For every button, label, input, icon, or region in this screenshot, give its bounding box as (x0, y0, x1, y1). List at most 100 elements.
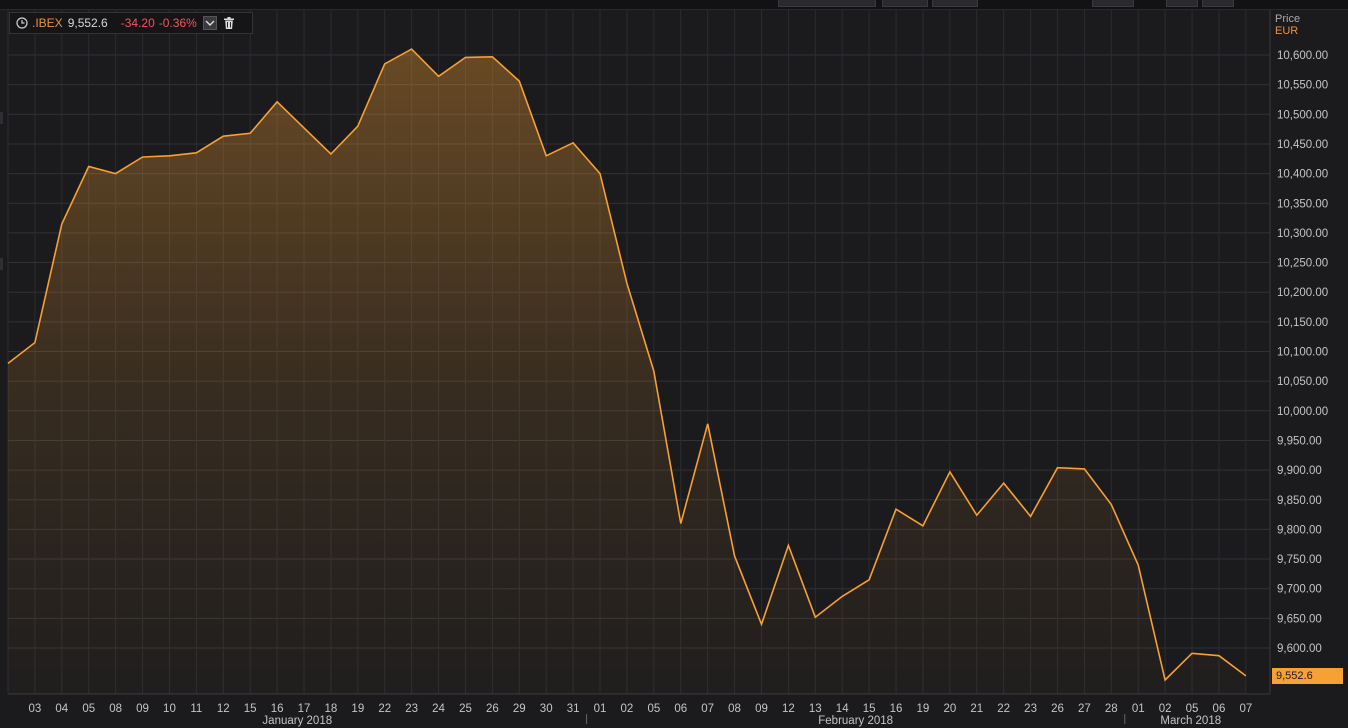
data-point[interactable] (1054, 465, 1060, 471)
data-point[interactable] (1189, 650, 1195, 656)
x-tick-label: 06 (674, 703, 687, 715)
price-change-percent: -0.36% (158, 16, 197, 30)
x-tick-label: 30 (540, 703, 553, 715)
x-tick-label: 12 (782, 703, 795, 715)
data-point[interactable] (516, 78, 522, 84)
data-point[interactable] (113, 171, 119, 177)
data-point[interactable] (328, 151, 334, 157)
x-tick-label: 14 (836, 703, 849, 715)
currency-label: EUR (1275, 25, 1299, 37)
data-point[interactable] (974, 512, 980, 518)
data-point[interactable] (86, 163, 92, 169)
y-tick-label: 10,400.00 (1277, 169, 1328, 181)
data-point[interactable] (785, 542, 791, 548)
y-tick-label: 10,600.00 (1277, 50, 1328, 62)
last-price-tag: 9,552.6 (1272, 668, 1343, 684)
y-tick-label: 10,500.00 (1277, 109, 1328, 121)
x-tick-label: 25 (459, 703, 472, 715)
x-tick-label: 11 (190, 703, 202, 715)
x-tick-label: 19 (917, 703, 930, 715)
y-tick-label: 10,450.00 (1277, 139, 1328, 151)
x-tick-label: 05 (82, 703, 95, 715)
data-point[interactable] (1135, 562, 1141, 568)
data-point[interactable] (758, 621, 764, 627)
x-tick-label: 17 (298, 703, 311, 715)
data-point[interactable] (732, 553, 738, 559)
x-tick-label: 20 (943, 703, 956, 715)
data-point[interactable] (812, 614, 818, 620)
data-point[interactable] (678, 520, 684, 526)
x-tick-label: 24 (432, 703, 445, 715)
instrument-symbol[interactable]: .IBEX (32, 16, 63, 30)
instrument-legend: .IBEX 9,552.6 -34.20 -0.36% (9, 12, 253, 34)
data-point[interactable] (866, 577, 872, 583)
last-price: 9,552.6 (67, 16, 108, 30)
data-point[interactable] (355, 123, 361, 129)
data-point[interactable] (32, 340, 38, 346)
data-point[interactable] (705, 421, 711, 427)
data-point[interactable] (274, 99, 280, 105)
clock-icon[interactable] (15, 16, 29, 30)
x-tick-label: 09 (755, 703, 768, 715)
x-tick-label: 01 (1132, 703, 1145, 715)
x-tick-label: 02 (1159, 703, 1172, 715)
data-point[interactable] (570, 140, 576, 146)
y-tick-label: 9,650.00 (1277, 613, 1322, 625)
chevron-down-icon[interactable] (202, 16, 217, 30)
price-chart[interactable]: 9,600.00 9,650.00 9,700.00 9,750.00 9,800.00… (0, 0, 1348, 728)
price-axis-header: Price EUR (1275, 13, 1300, 37)
data-point[interactable] (893, 506, 899, 512)
y-tick-label: 9,750.00 (1277, 554, 1322, 566)
data-point[interactable] (489, 54, 495, 60)
y-tick-label: 10,000.00 (1277, 406, 1328, 418)
data-point[interactable] (166, 153, 172, 159)
data-point[interactable] (301, 125, 307, 131)
data-point[interactable] (1162, 677, 1168, 683)
y-tick-label: 10,050.00 (1277, 376, 1328, 388)
x-tick-label: 29 (513, 703, 526, 715)
y-tick-label: 10,250.00 (1277, 258, 1328, 270)
data-point[interactable] (1216, 653, 1222, 659)
price-axis-label: Price (1275, 13, 1301, 25)
data-point[interactable] (1081, 466, 1087, 472)
data-point[interactable] (1243, 673, 1249, 679)
data-point[interactable] (651, 368, 657, 374)
data-point[interactable] (59, 221, 65, 227)
data-point[interactable] (1028, 513, 1034, 519)
x-tick-label: 08 (728, 703, 741, 715)
y-tick-label: 10,200.00 (1277, 287, 1328, 299)
data-point[interactable] (409, 46, 415, 52)
data-point[interactable] (1108, 501, 1114, 507)
data-point[interactable] (839, 593, 845, 599)
y-tick-label: 9,600.00 (1277, 643, 1322, 655)
data-point[interactable] (947, 469, 953, 475)
x-tick-label: 22 (997, 703, 1010, 715)
data-point[interactable] (597, 171, 603, 177)
y-tick-label: 9,900.00 (1277, 465, 1322, 477)
data-point[interactable] (462, 54, 468, 60)
x-tick-label: 26 (486, 703, 499, 715)
data-point[interactable] (920, 523, 926, 529)
x-tick-label: 02 (621, 703, 634, 715)
data-point[interactable] (543, 153, 549, 159)
x-tick-label: 05 (1186, 703, 1199, 715)
x-tick-label: 10 (163, 703, 176, 715)
x-tick-label: 18 (325, 703, 338, 715)
x-tick-label: 19 (351, 703, 364, 715)
y-tick-label: 10,150.00 (1277, 317, 1328, 329)
data-point[interactable] (436, 73, 442, 79)
data-point[interactable] (140, 154, 146, 160)
x-tick-label: 22 (378, 703, 391, 715)
month-label: March 2018 (1160, 715, 1221, 727)
data-point[interactable] (382, 61, 388, 67)
trash-icon[interactable] (222, 16, 236, 30)
data-point[interactable] (247, 130, 253, 136)
data-point[interactable] (1001, 480, 1007, 486)
x-tick-label: 07 (1239, 703, 1252, 715)
x-tick-label: 27 (1078, 703, 1091, 715)
data-point[interactable] (193, 150, 199, 156)
data-point[interactable] (5, 360, 11, 366)
data-point[interactable] (220, 133, 226, 139)
x-tick-label: 23 (405, 703, 418, 715)
data-point[interactable] (624, 280, 630, 286)
